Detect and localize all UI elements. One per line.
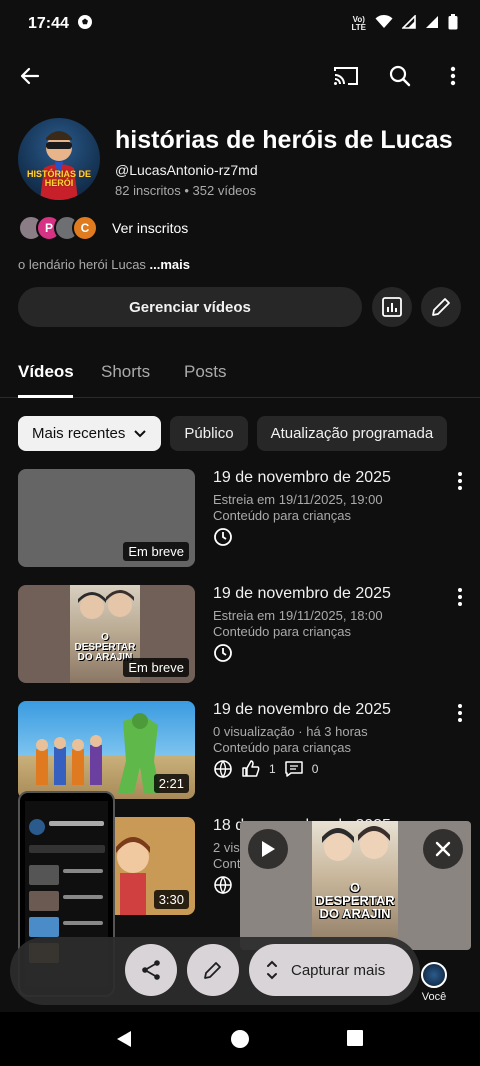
edit-screenshot-button[interactable] — [187, 944, 239, 996]
video-premiere: Estreia em 19/11/2025, 18:00 — [213, 608, 383, 623]
coming-soon-badge: Em breve — [123, 542, 189, 561]
more-link[interactable]: ...mais — [150, 257, 190, 272]
home-circle-icon[interactable] — [230, 1029, 250, 1049]
tab-posts[interactable]: Posts — [184, 362, 227, 382]
subscriber-avatar: C — [72, 215, 98, 241]
mini-player-title: O DESPERTAR DO ARAJIN — [315, 880, 395, 921]
video-title: 19 de novembro de 2025 — [213, 585, 391, 602]
signal-icon-2 — [425, 15, 439, 34]
video-title: 19 de novembro de 2025 — [213, 701, 391, 718]
share-button[interactable] — [125, 944, 177, 996]
volte-indicator: Vo) LTE — [351, 15, 366, 32]
channel-avatar[interactable]: HISTÓRIAS DE HERÓI — [18, 118, 100, 200]
clock-icon — [214, 528, 232, 546]
duration-badge: 3:30 — [153, 890, 189, 909]
chip-public[interactable]: Público — [170, 416, 248, 451]
channel-stats: 82 inscritos • 352 vídeos — [115, 183, 257, 198]
channel-avatar-text: HISTÓRIAS DE HERÓI — [26, 169, 91, 188]
manage-videos-button[interactable]: Gerenciar vídeos — [18, 287, 362, 327]
pencil-icon — [204, 962, 221, 979]
video-views: 0 visualização · há 3 horas — [213, 724, 368, 739]
channel-handle: @LucasAntonio-rz7md — [115, 162, 258, 178]
view-subscribers-link[interactable]: Ver inscritos — [112, 220, 188, 236]
subscribers-row[interactable]: P C Ver inscritos — [18, 213, 188, 243]
you-avatar — [421, 962, 447, 988]
chip-label: Mais recentes — [32, 425, 126, 442]
play-icon — [262, 841, 275, 857]
channel-tabs: Vídeos Shorts Posts — [0, 352, 480, 398]
kebab-icon — [450, 66, 456, 86]
search-icon — [389, 65, 411, 87]
comment-count: 0 — [311, 762, 319, 776]
mini-player[interactable]: O DESPERTAR DO ARAJIN — [240, 821, 471, 950]
duration-badge: 2:21 — [153, 774, 189, 793]
video-item[interactable]: 2:21 19 de novembro de 2025 0 visualizaç… — [18, 701, 480, 801]
close-icon — [435, 841, 451, 857]
video-item[interactable]: Em breve 19 de novembro de 2025 Estreia … — [18, 469, 480, 569]
edit-channel-button[interactable] — [421, 287, 461, 327]
status-bar: 17:44 Vo) LTE — [0, 0, 480, 48]
like-count: 1 — [269, 762, 276, 776]
cast-icon — [334, 67, 358, 85]
video-thumbnail[interactable]: 2:21 — [18, 701, 195, 799]
video-audience: Conteúdo para crianças — [213, 624, 352, 639]
recents-square-icon[interactable] — [346, 1029, 364, 1047]
capture-more-label: Capturar mais — [291, 961, 386, 979]
wifi-icon — [375, 14, 393, 34]
expand-vertical-icon — [267, 960, 277, 980]
chevron-down-icon — [134, 429, 147, 437]
back-button[interactable] — [10, 56, 50, 96]
channel-description[interactable]: o lendário herói Lucas ...mais — [18, 257, 190, 272]
globe-icon — [214, 760, 232, 779]
system-nav-bar — [0, 1012, 480, 1066]
more-options-button[interactable] — [433, 56, 473, 96]
play-button[interactable] — [248, 829, 288, 869]
soccer-ball-icon — [77, 14, 93, 35]
analytics-icon — [382, 297, 402, 317]
nav-you-label: Você — [421, 991, 447, 1003]
comment-icon — [284, 761, 303, 777]
video-thumbnail[interactable]: Em breve — [18, 469, 195, 567]
battery-icon — [448, 13, 458, 35]
description-text: o lendário herói Lucas — [18, 257, 150, 272]
mini-player-art: O DESPERTAR DO ARAJIN — [312, 821, 398, 950]
arrow-left-icon — [20, 67, 40, 85]
video-premiere: Estreia em 19/11/2025, 19:00 — [213, 492, 383, 507]
thumbs-up-icon — [242, 760, 260, 777]
channel-header: HISTÓRIAS DE HERÓI histórias de heróis d… — [18, 118, 468, 214]
back-triangle-icon[interactable] — [114, 1029, 134, 1049]
close-mini-player-button[interactable] — [423, 829, 463, 869]
cast-button[interactable] — [326, 56, 366, 96]
video-menu-icon[interactable] — [454, 587, 466, 607]
chip-most-recent[interactable]: Mais recentes — [18, 416, 162, 451]
app-bar — [0, 48, 480, 104]
screenshot-toolbar: Capturar mais — [10, 937, 420, 1005]
clock: 17:44 — [28, 15, 69, 32]
tab-shorts[interactable]: Shorts — [101, 362, 150, 382]
chip-scheduled[interactable]: Atualização programada — [256, 416, 448, 451]
analytics-button[interactable] — [372, 287, 412, 327]
channel-title: histórias de heróis de Lucas — [115, 126, 453, 154]
capture-more-button[interactable]: Capturar mais — [249, 944, 413, 996]
globe-icon — [214, 876, 232, 895]
pencil-icon — [432, 298, 450, 316]
search-button[interactable] — [380, 56, 420, 96]
video-menu-icon[interactable] — [454, 703, 466, 723]
video-title: 19 de novembro de 2025 — [213, 469, 391, 486]
video-audience: Conteúdo para crianças — [213, 740, 352, 755]
nav-you[interactable]: Você — [414, 962, 454, 1003]
coming-soon-badge: Em breve — [123, 658, 189, 677]
video-item[interactable]: O DESPERTAR DO ARAJIN Em breve 19 de nov… — [18, 585, 480, 685]
active-tab-indicator — [18, 395, 73, 398]
share-icon — [142, 960, 160, 980]
clock-icon — [214, 644, 232, 662]
filter-chips: Mais recentes Público Atualização progra… — [18, 416, 448, 451]
video-menu-icon[interactable] — [454, 471, 466, 491]
signal-icon — [401, 13, 416, 34]
video-audience: Conteúdo para crianças — [213, 508, 352, 523]
video-thumbnail[interactable]: O DESPERTAR DO ARAJIN Em breve — [18, 585, 195, 683]
tab-videos[interactable]: Vídeos — [18, 362, 74, 382]
